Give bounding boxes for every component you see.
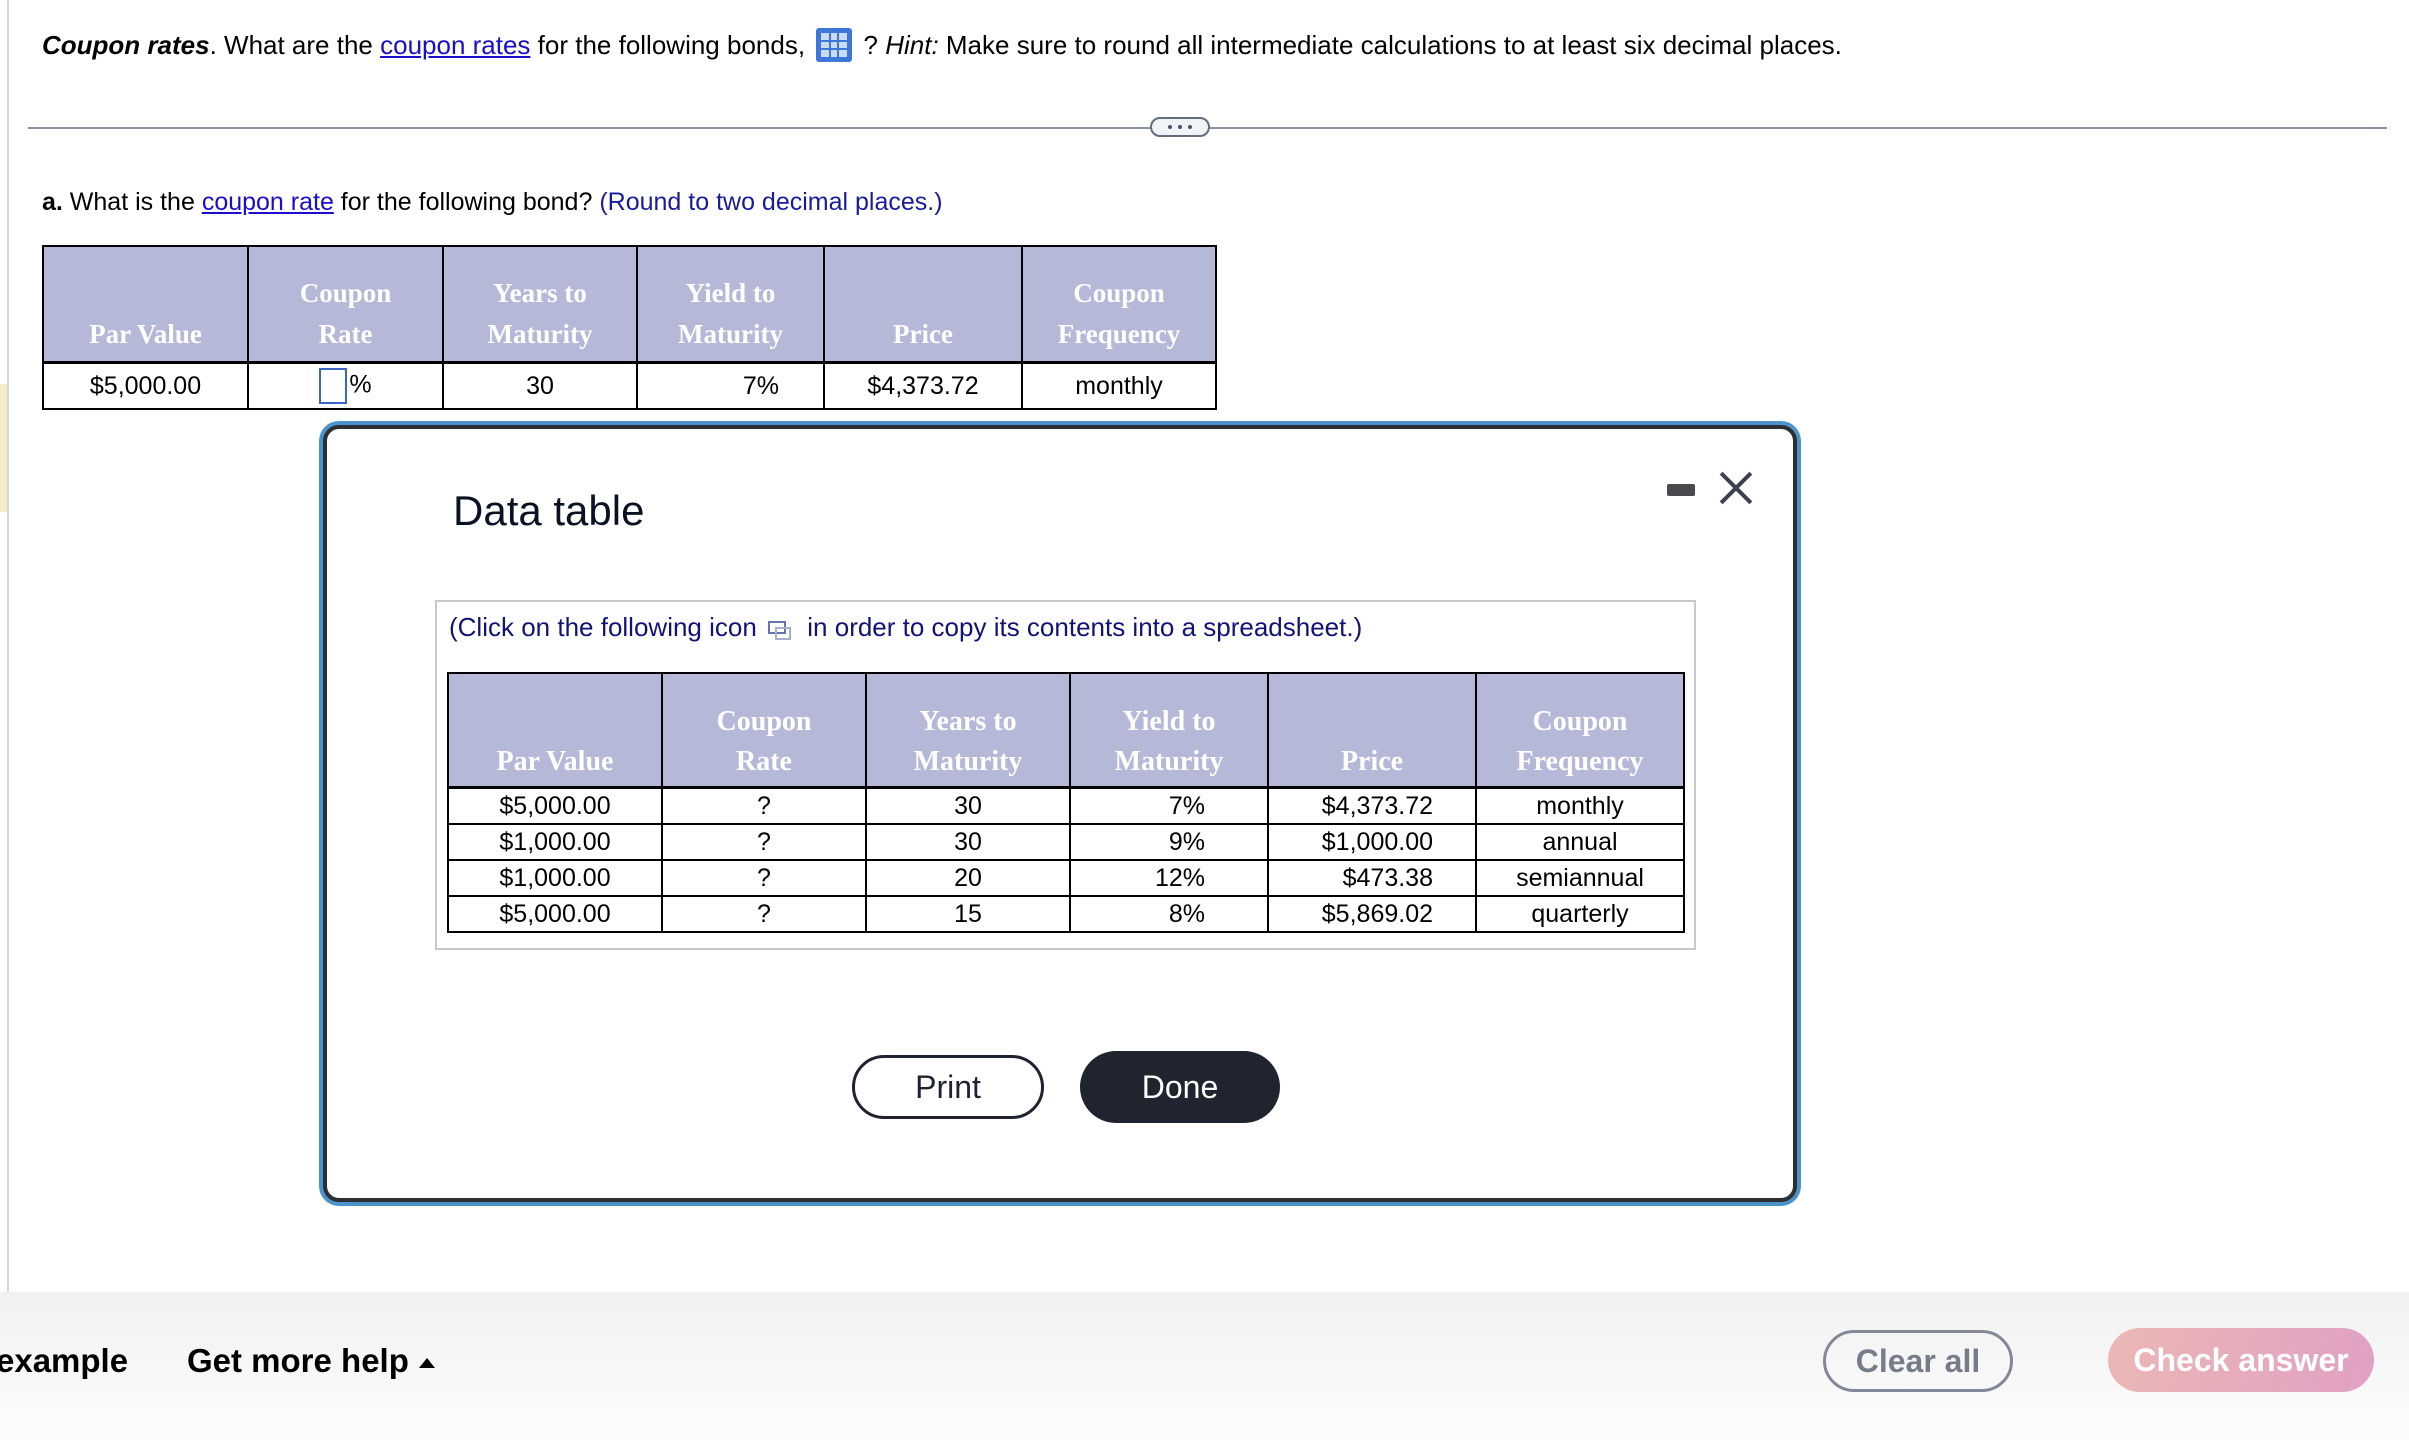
table-row: $1,000.00 ? 30 9% $1,000.00 annual — [447, 823, 1685, 861]
copy-to-spreadsheet-icon[interactable] — [768, 621, 792, 640]
frequency-cell: monthly — [1021, 361, 1217, 410]
coupon-rate-input[interactable] — [319, 368, 348, 404]
view-example-link[interactable]: example — [0, 1342, 128, 1380]
coupon-rate-cell: ? — [661, 859, 867, 897]
caret-up-icon — [418, 1358, 435, 1368]
years-cell: 20 — [865, 859, 1071, 897]
price-cell: $1,000.00 — [1267, 823, 1477, 861]
data-table-dialog: Data table (Click on the following icon … — [323, 425, 1797, 1202]
header-coupon-rate: Coupon Rate — [661, 672, 867, 789]
price-cell: $4,373.72 — [823, 361, 1023, 410]
years-cell: 30 — [865, 786, 1071, 825]
coupon-rate-link[interactable]: coupon rate — [202, 188, 334, 216]
table-header-row: Par Value Coupon Rate Years to Maturity Yi… — [42, 245, 1217, 364]
dialog-title: Data table — [453, 487, 645, 534]
bond-data-table: Par Value Coupon Rate Years to Maturity Yi… — [447, 672, 1685, 933]
data-table-icon[interactable] — [816, 28, 853, 62]
close-icon[interactable] — [1714, 465, 1758, 509]
header-coupon-frequency: Coupon Frequency — [1475, 672, 1685, 789]
ytm-cell: 9% — [1069, 823, 1269, 861]
price-cell: $5,869.02 — [1267, 895, 1477, 933]
coupon-rate-cell: % — [247, 361, 444, 410]
header-price: Price — [823, 245, 1023, 364]
par-value-cell: $1,000.00 — [447, 823, 663, 861]
header-coupon-rate: Coupon Rate — [247, 245, 444, 364]
ytm-cell: 7% — [1069, 786, 1269, 825]
header-years-to-maturity: Years to Maturity — [442, 245, 638, 364]
footer-bar: example Get more help Clear all Check an… — [0, 1292, 2409, 1440]
ytm-cell: 8% — [1069, 895, 1269, 933]
frequency-cell: annual — [1475, 823, 1685, 861]
check-answer-button[interactable]: Check answer — [2108, 1328, 2374, 1392]
left-rule — [7, 0, 9, 1292]
minimize-icon[interactable] — [1667, 484, 1695, 496]
ytm-cell: 12% — [1069, 859, 1269, 897]
coupon-rates-link[interactable]: coupon rates — [380, 30, 530, 60]
header-years-to-maturity: Years to Maturity — [865, 672, 1071, 789]
par-value-cell: $5,000.00 — [447, 895, 663, 933]
header-par-value: Par Value — [42, 245, 249, 364]
part-a-question: a. What is the coupon rate for the follo… — [42, 188, 943, 216]
par-value-cell: $5,000.00 — [447, 786, 663, 825]
years-cell: 30 — [442, 361, 638, 410]
question-marker — [0, 384, 7, 512]
question-text: Coupon rates. What are the coupon rates … — [42, 28, 1842, 62]
bond-table: Par Value Coupon Rate Years to Maturity Yi… — [42, 245, 1217, 410]
header-price: Price — [1267, 672, 1477, 789]
table-row: $1,000.00 ? 20 12% $473.38 semiannual — [447, 859, 1685, 897]
par-value-cell: $1,000.00 — [447, 859, 663, 897]
question-title: Coupon rates — [42, 30, 210, 60]
coupon-rate-cell: ? — [661, 786, 867, 825]
years-cell: 30 — [865, 823, 1071, 861]
dot-icon — [1188, 125, 1192, 129]
copy-instruction: (Click on the following icon in order to… — [449, 612, 1363, 642]
par-value-cell: $5,000.00 — [42, 361, 249, 410]
dot-icon — [1168, 125, 1172, 129]
hint-text: Make sure to round all intermediate calc… — [938, 30, 1842, 60]
coupon-rate-cell: ? — [661, 823, 867, 861]
rounding-instruction: (Round to two decimal places.) — [599, 188, 943, 216]
price-cell: $473.38 — [1267, 859, 1477, 897]
table-header-row: Par Value Coupon Rate Years to Maturity Yi… — [447, 672, 1685, 789]
header-coupon-frequency: Coupon Frequency — [1021, 245, 1217, 364]
dot-icon — [1178, 125, 1182, 129]
clear-all-button[interactable]: Clear all — [1823, 1330, 2013, 1392]
table-row: $5,000.00 ? 30 7% $4,373.72 monthly — [447, 786, 1685, 825]
frequency-cell: quarterly — [1475, 895, 1685, 933]
table-row: $5,000.00 ? 15 8% $5,869.02 quarterly — [447, 895, 1685, 933]
print-button[interactable]: Print — [852, 1055, 1044, 1119]
header-par-value: Par Value — [447, 672, 663, 789]
frequency-cell: monthly — [1475, 786, 1685, 825]
price-cell: $4,373.72 — [1267, 786, 1477, 825]
done-button[interactable]: Done — [1080, 1051, 1280, 1123]
years-cell: 15 — [865, 895, 1071, 933]
copy-panel: (Click on the following icon in order to… — [435, 600, 1696, 950]
hint-label: Hint: — [885, 30, 939, 60]
coupon-rate-cell: ? — [661, 895, 867, 933]
ytm-cell: 7% — [636, 361, 825, 410]
divider-handle[interactable] — [1150, 117, 1210, 137]
table-row: $5,000.00 % 30 7% $4,373.72 monthly — [42, 361, 1217, 410]
header-yield-to-maturity: Yield to Maturity — [636, 245, 825, 364]
get-more-help-button[interactable]: Get more help — [187, 1342, 435, 1380]
header-yield-to-maturity: Yield to Maturity — [1069, 672, 1269, 789]
frequency-cell: semiannual — [1475, 859, 1685, 897]
